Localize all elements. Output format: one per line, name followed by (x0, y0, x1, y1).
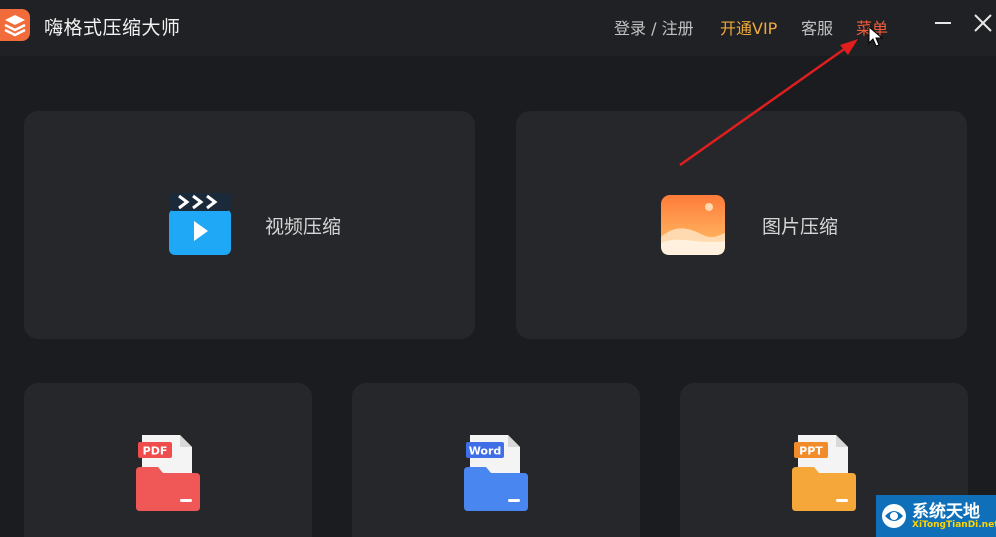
close-icon (974, 14, 992, 32)
pdf-badge: PDF (143, 445, 168, 458)
title-bar: 嗨格式压缩大师 登录 / 注册 开通VIP 客服 菜单 (0, 0, 996, 56)
watermark-title: 系统天地 (912, 502, 980, 522)
image-compress-card[interactable]: 图片压缩 (516, 111, 967, 339)
watermark-subtitle: XiTongTianDi.net (912, 520, 996, 530)
video-compress-card[interactable]: 视频压缩 (24, 111, 475, 339)
mouse-cursor-icon (868, 26, 884, 47)
minimize-icon (935, 22, 951, 24)
login-register-link[interactable]: 登录 / 注册 (614, 15, 694, 39)
pdf-compress-card[interactable]: PDF (24, 383, 312, 537)
close-button[interactable] (970, 10, 996, 36)
customer-service-link[interactable]: 客服 (801, 15, 833, 39)
word-compress-card[interactable]: Word (352, 383, 640, 537)
image-compress-label: 图片压缩 (762, 216, 839, 238)
ppt-folder-icon: PPT (792, 433, 856, 513)
minimize-button[interactable] (930, 10, 956, 36)
watermark: 系统天地 XiTongTianDi.net (876, 495, 996, 537)
landscape-image-icon (659, 193, 727, 257)
word-folder-icon: Word (464, 433, 528, 513)
video-compress-label: 视频压缩 (265, 216, 342, 238)
video-clapper-icon (167, 191, 233, 257)
pdf-folder-icon: PDF (136, 433, 200, 513)
app-title: 嗨格式压缩大师 (44, 17, 181, 39)
ppt-badge: PPT (799, 445, 823, 458)
app-logo-icon (0, 9, 30, 41)
globe-logo-icon (882, 504, 906, 528)
open-vip-link[interactable]: 开通VIP (720, 15, 777, 39)
word-badge: Word (469, 445, 502, 458)
